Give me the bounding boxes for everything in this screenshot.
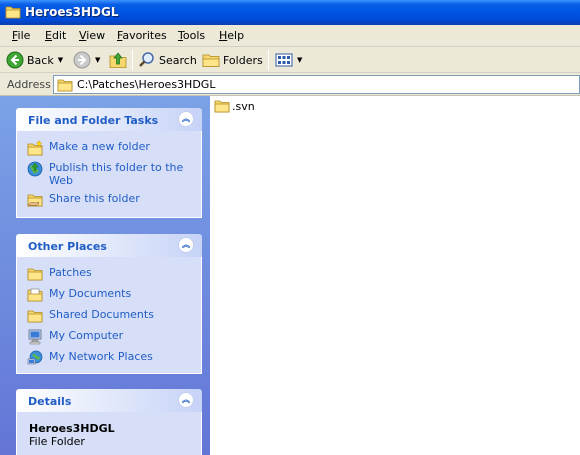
folder-icon [27, 310, 43, 323]
place-my-computer[interactable]: My Computer [17, 327, 201, 348]
toolbar-separator [132, 50, 133, 70]
back-button[interactable]: Back ▼ [6, 50, 63, 70]
other-places-panel: Other Places ︽ Patches My Documents Shar… [16, 234, 202, 374]
search-label: Search [159, 53, 197, 67]
menu-tools-rest: ools [182, 29, 206, 42]
folder-icon [57, 79, 73, 91]
place-label: My Network Places [49, 350, 153, 363]
forward-button[interactable]: ▼ [73, 50, 100, 70]
folder-icon [5, 6, 21, 19]
menu-edit-key: E [45, 29, 52, 42]
panel-body: Patches My Documents Shared Documents My… [16, 257, 202, 374]
my-documents-icon [27, 288, 43, 302]
up-button[interactable] [109, 50, 127, 70]
search-button[interactable]: Search [138, 50, 197, 70]
file-list: .svn [210, 96, 580, 455]
place-my-documents[interactable]: My Documents [17, 285, 201, 306]
menu-favorites[interactable]: Favorites [117, 29, 167, 42]
share-folder-icon [27, 194, 43, 207]
my-computer-icon [28, 329, 42, 345]
forward-arrow-icon [73, 51, 91, 69]
place-patches[interactable]: Patches [17, 264, 201, 285]
menu-edit-rest: dit [51, 29, 67, 42]
file-folder-tasks-panel: File and Folder Tasks ︽ Make a new folde… [16, 108, 202, 218]
views-icon [275, 53, 293, 67]
folders-button[interactable]: Folders [202, 50, 263, 70]
menu-help[interactable]: Help [219, 29, 244, 42]
task-share-folder[interactable]: Share this folder [17, 190, 201, 211]
folders-icon [202, 54, 220, 67]
task-label: Make a new folder [49, 140, 150, 153]
details-type: File Folder [29, 435, 85, 448]
panel-title: File and Folder Tasks [28, 114, 159, 127]
forward-dropdown-icon[interactable]: ▼ [95, 56, 100, 64]
folders-label: Folders [223, 53, 263, 67]
panel-header[interactable]: Details ︽ [16, 389, 202, 412]
publish-web-icon [27, 161, 43, 177]
collapse-chevron-icon[interactable]: ︽ [178, 237, 194, 253]
menu-view-rest: iew [86, 29, 106, 42]
place-my-network-places[interactable]: My Network Places [17, 348, 201, 369]
address-label: Address [7, 78, 51, 91]
task-publish-to-web[interactable]: Publish this folder to the Web [17, 159, 201, 190]
panel-title: Other Places [28, 240, 107, 253]
menu-view[interactable]: View [79, 29, 105, 42]
file-item[interactable]: .svn [214, 99, 255, 113]
place-label: My Documents [49, 287, 132, 300]
file-name: .svn [232, 99, 255, 113]
place-shared-documents[interactable]: Shared Documents [17, 306, 201, 327]
menu-help-rest: elp [227, 29, 245, 42]
search-icon [139, 52, 154, 67]
views-dropdown-icon[interactable]: ▼ [297, 56, 302, 64]
title-bar[interactable]: Heroes3HDGL [0, 0, 580, 25]
toolbar-separator [268, 50, 269, 70]
details-panel: Details ︽ Heroes3HDGL File Folder [16, 389, 202, 455]
place-label: Patches [49, 266, 92, 279]
task-make-new-folder[interactable]: Make a new folder [17, 138, 201, 159]
window-title: Heroes3HDGL [25, 5, 119, 19]
folder-icon [27, 268, 43, 281]
address-field[interactable]: C:\Patches\Heroes3HDGL [53, 75, 580, 94]
details-name: Heroes3HDGL [29, 422, 115, 435]
place-label: Shared Documents [49, 308, 154, 321]
menu-file[interactable]: File [12, 29, 30, 42]
task-label: Publish this folder to the Web [49, 161, 184, 187]
menu-tools[interactable]: Tools [178, 29, 205, 42]
panel-title: Details [28, 395, 72, 408]
new-folder-icon [27, 140, 43, 156]
panel-header[interactable]: Other Places ︽ [16, 234, 202, 257]
panel-header[interactable]: File and Folder Tasks ︽ [16, 108, 202, 131]
menu-edit[interactable]: Edit [45, 29, 66, 42]
task-pane: File and Folder Tasks ︽ Make a new folde… [0, 96, 210, 455]
back-label: Back [27, 53, 54, 67]
toolbar: Back ▼ ▼ Search Folders ▼ [0, 47, 580, 73]
task-label: Share this folder [49, 192, 140, 205]
place-label: My Computer [49, 329, 124, 342]
folder-up-icon [109, 52, 127, 68]
back-dropdown-icon[interactable]: ▼ [58, 56, 63, 64]
menu-favorites-rest: avorites [122, 29, 167, 42]
views-button[interactable]: ▼ [275, 50, 302, 70]
address-path: C:\Patches\Heroes3HDGL [77, 78, 216, 91]
network-places-icon [27, 350, 43, 365]
collapse-chevron-icon[interactable]: ︽ [178, 392, 194, 408]
panel-body: Make a new folder Publish this folder to… [16, 131, 202, 218]
back-arrow-icon [6, 51, 24, 69]
folder-icon [214, 100, 230, 113]
panel-body: Heroes3HDGL File Folder [16, 412, 202, 455]
address-bar: Address C:\Patches\Heroes3HDGL [0, 73, 580, 96]
collapse-chevron-icon[interactable]: ︽ [178, 111, 194, 127]
menu-bar: File Edit View Favorites Tools Help [0, 25, 580, 47]
menu-file-rest: ile [17, 29, 31, 42]
